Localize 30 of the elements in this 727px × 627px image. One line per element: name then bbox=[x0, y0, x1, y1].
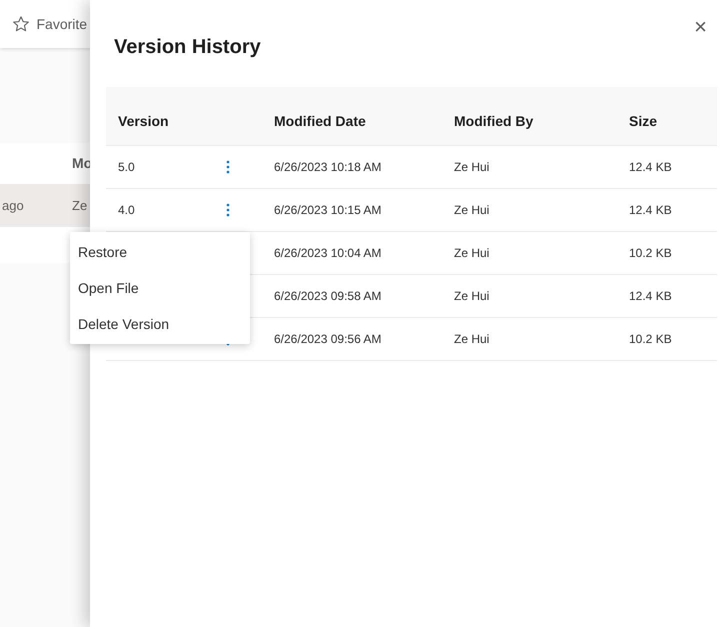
star-icon bbox=[12, 15, 30, 33]
table-cell-text: 6/26/2023 10:18 AM bbox=[274, 159, 382, 176]
table-cell-text: 6/26/2023 10:04 AM bbox=[274, 245, 382, 262]
table-cell-text: 6/26/2023 09:56 AM bbox=[274, 331, 382, 348]
table-cell-text: 12.4 KB bbox=[629, 288, 673, 305]
table-cell-text: Ze Hui bbox=[454, 245, 490, 262]
column-header: Modified Date bbox=[274, 112, 367, 131]
table-cell-text: 5.0 bbox=[117, 159, 136, 176]
menu-item[interactable]: Delete Version bbox=[70, 306, 250, 342]
table-cell-text: Ze Hui bbox=[454, 159, 490, 176]
list-cell-text: Ze bbox=[72, 197, 88, 216]
column-header: Modified By bbox=[454, 112, 534, 131]
favorite-button[interactable]: Favorite bbox=[12, 14, 88, 34]
table-cell-text: 12.4 KB bbox=[629, 202, 673, 219]
close-button[interactable]: × bbox=[690, 14, 711, 40]
panel-title: Version History bbox=[114, 35, 262, 60]
table-cell-text: Ze Hui bbox=[454, 202, 490, 219]
column-header: Size bbox=[629, 112, 658, 131]
table-cell-text: 12.4 KB bbox=[629, 159, 673, 176]
menu-item[interactable]: Open File bbox=[70, 270, 250, 306]
table-cell-text: 10.2 KB bbox=[629, 245, 673, 262]
table-cell-text: 6/26/2023 10:15 AM bbox=[274, 202, 382, 219]
list-cell-text: ago bbox=[1, 197, 25, 216]
table-cell-text: Ze Hui bbox=[454, 288, 490, 305]
table-cell-text: 6/26/2023 09:58 AM bbox=[274, 288, 382, 305]
table-cell-text: 4.0 bbox=[117, 202, 136, 219]
column-header: Version bbox=[117, 112, 170, 131]
table-cell-text: Ze Hui bbox=[454, 331, 490, 348]
table-cell-text: 10.2 KB bbox=[629, 331, 673, 348]
menu-item[interactable]: Restore bbox=[70, 234, 250, 270]
